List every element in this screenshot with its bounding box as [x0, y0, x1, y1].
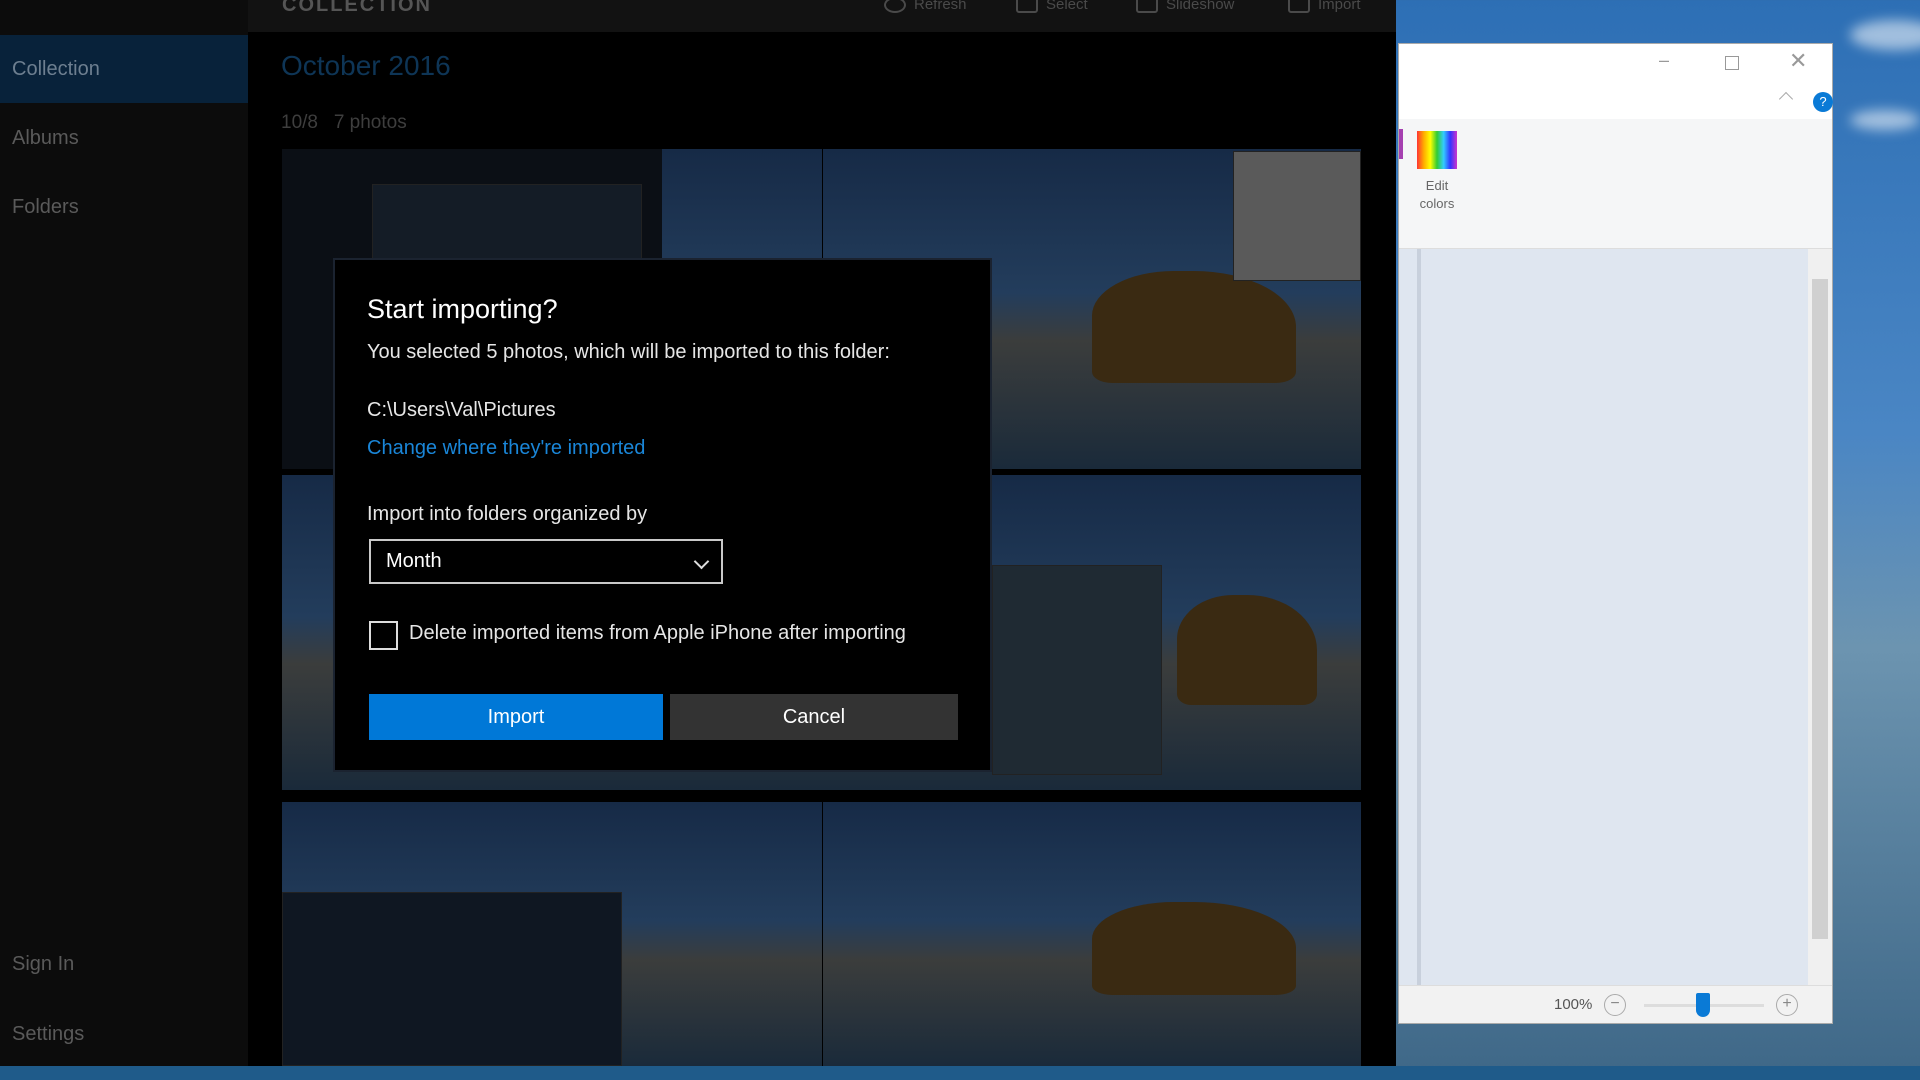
help-icon[interactable]: ?: [1813, 92, 1833, 112]
select-icon: [1016, 0, 1038, 13]
rock-shape: [1092, 902, 1297, 995]
import-toolbar-label: Import: [1318, 0, 1361, 13]
paint-window: – ✕ ? Edit colors 100% − +: [1398, 43, 1833, 1024]
nav-item-collection[interactable]: Collection: [0, 35, 248, 103]
refresh-button[interactable]: Refresh: [884, 0, 967, 13]
slideshow-button[interactable]: Slideshow: [1136, 0, 1234, 13]
screenshot-content: [282, 892, 622, 1066]
photo-thumbnail[interactable]: [992, 475, 1361, 790]
scrollbar-thumb[interactable]: [1812, 279, 1828, 939]
screenshot-content: [992, 565, 1162, 775]
delete-checkbox[interactable]: [369, 621, 398, 650]
zoom-level: 100%: [1554, 996, 1593, 1013]
refresh-label: Refresh: [914, 0, 967, 13]
group-count: 7 photos: [333, 112, 407, 133]
organize-value: Month: [386, 550, 442, 572]
nav-item-folders[interactable]: Folders: [0, 173, 248, 241]
collapse-ribbon-icon[interactable]: [1778, 91, 1794, 107]
zoom-out-icon[interactable]: −: [1604, 994, 1626, 1016]
import-dialog: Start importing? You selected 5 photos, …: [333, 258, 992, 772]
edit-colors-label[interactable]: Edit colors: [1407, 177, 1467, 213]
screenshot-content: [1233, 151, 1361, 281]
photo-thumbnail[interactable]: [282, 802, 822, 1066]
nav-item-settings[interactable]: Settings: [0, 1000, 248, 1068]
color-swatch[interactable]: [1399, 129, 1403, 159]
photo-thumbnail[interactable]: [823, 802, 1361, 1066]
zoom-slider-thumb[interactable]: [1696, 993, 1710, 1017]
slideshow-label: Slideshow: [1166, 0, 1235, 13]
cloud: [1850, 20, 1920, 50]
sidebar: Collection Albums Folders Sign In Settin…: [0, 0, 248, 1066]
chevron-down-icon: [693, 553, 710, 570]
rock-shape: [1176, 594, 1317, 705]
dialog-message: You selected 5 photos, which will be imp…: [367, 341, 890, 363]
group-date: 10/8: [281, 112, 318, 133]
nav-item-albums[interactable]: Albums: [0, 104, 248, 172]
ribbon: Edit colors: [1399, 119, 1832, 249]
import-toolbar-button[interactable]: Import: [1288, 0, 1361, 13]
organize-label: Import into folders organized by: [367, 503, 648, 525]
cancel-button[interactable]: Cancel: [670, 694, 958, 740]
select-label: Select: [1046, 0, 1088, 13]
select-button[interactable]: Select: [1016, 0, 1088, 13]
dialog-title: Start importing?: [367, 294, 558, 324]
minimize-button[interactable]: –: [1659, 50, 1669, 71]
organize-dropdown[interactable]: Month: [369, 539, 723, 584]
change-location-link[interactable]: Change where they're imported: [367, 437, 645, 460]
rock-shape: [1092, 270, 1297, 383]
edit-colors-icon[interactable]: [1417, 131, 1457, 169]
refresh-icon: [884, 0, 906, 13]
close-button[interactable]: ✕: [1789, 48, 1807, 74]
status-bar: 100% − +: [1399, 985, 1832, 1023]
delete-checkbox-label[interactable]: Delete imported items from Apple iPhone …: [409, 622, 906, 645]
cloud: [1850, 110, 1920, 130]
taskbar: [0, 1066, 1920, 1080]
group-title: October 2016: [281, 50, 451, 81]
canvas-area[interactable]: [1399, 249, 1832, 987]
vertical-scrollbar[interactable]: [1808, 249, 1832, 987]
import-icon: [1288, 0, 1310, 13]
header-title: COLLECTION: [282, 0, 432, 16]
group-subtitle: 10/8 7 photos: [281, 112, 407, 134]
nav-item-sign-in[interactable]: Sign In: [0, 930, 248, 998]
header-bar: COLLECTION Refresh Select Slideshow Impo…: [248, 0, 1396, 32]
import-button[interactable]: Import: [369, 694, 663, 740]
photos-app-window: Collection Albums Folders Sign In Settin…: [0, 0, 1396, 1066]
zoom-in-icon[interactable]: +: [1776, 994, 1798, 1016]
import-path: C:\Users\Val\Pictures: [367, 399, 556, 421]
slideshow-icon: [1136, 0, 1158, 13]
maximize-button[interactable]: [1725, 56, 1739, 70]
canvas-edge: [1417, 249, 1421, 987]
